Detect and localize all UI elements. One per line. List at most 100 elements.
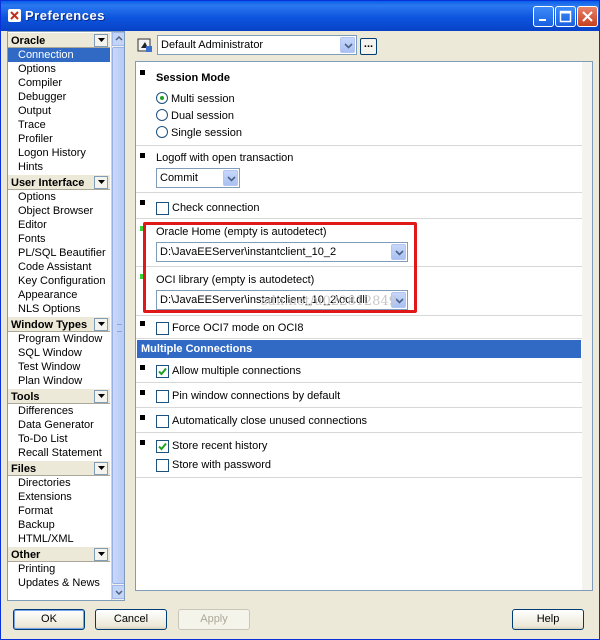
nav-item[interactable]: Updates & News <box>8 576 110 590</box>
nav-item[interactable]: Connection <box>8 48 110 62</box>
nav-item[interactable]: Differences <box>8 404 110 418</box>
scroll-up-button[interactable] <box>112 32 124 46</box>
settings-list: Session Mode Multi session Dual session … <box>135 61 593 591</box>
nav-item[interactable]: SQL Window <box>8 346 110 360</box>
logoff-dropdown-button[interactable] <box>223 170 238 186</box>
nav-list: Oracle Connection Options Compiler Debugger O… <box>8 32 110 590</box>
force-oci7-label: Force OCI7 mode on OCI8 <box>172 322 304 334</box>
collapse-button[interactable] <box>94 462 108 475</box>
title-bar[interactable]: Preferences <box>1 1 599 31</box>
maximize-button[interactable] <box>555 6 576 27</box>
allow-multiple-checkbox[interactable] <box>156 365 169 378</box>
nav-item[interactable]: PL/SQL Beautifier <box>8 246 110 260</box>
scroll-thumb[interactable] <box>112 47 124 584</box>
nav-item[interactable]: Key Configuration <box>8 274 110 288</box>
maximize-icon <box>559 10 572 23</box>
nav-item[interactable]: Test Window <box>8 360 110 374</box>
store-password-checkbox[interactable] <box>156 459 169 472</box>
force-oci7-checkbox[interactable] <box>156 322 169 335</box>
app-icon <box>8 9 21 22</box>
nav-group-title: User Interface <box>11 177 85 189</box>
nav-item[interactable]: Backup <box>8 518 110 532</box>
pin-window-checkbox[interactable] <box>156 390 169 403</box>
nav-group-header[interactable]: Oracle <box>8 32 110 48</box>
logoff-label: Logoff with open transaction <box>156 152 294 164</box>
collapse-button[interactable] <box>94 176 108 189</box>
nav-item[interactable]: Plan Window <box>8 374 110 388</box>
nav-item[interactable]: Hints <box>8 160 110 174</box>
nav-item[interactable]: Profiler <box>8 132 110 146</box>
check-connection-checkbox[interactable] <box>156 202 169 215</box>
nav-item[interactable]: Object Browser <box>8 204 110 218</box>
radio-single-session[interactable] <box>156 126 168 138</box>
nav-group-header[interactable]: Window Types <box>8 316 110 332</box>
default-marker <box>140 390 145 395</box>
window-title: Preferences <box>25 8 105 23</box>
nav-group-header[interactable]: Tools <box>8 388 110 404</box>
default-marker <box>140 321 145 326</box>
preferences-window: Preferences Oracle Connection Options Compi… <box>0 0 600 640</box>
nav-item[interactable]: Output <box>8 104 110 118</box>
collapse-button[interactable] <box>94 34 108 47</box>
scroll-up-icon <box>115 35 123 41</box>
collapse-button[interactable] <box>94 318 108 331</box>
nav-item[interactable]: Debugger <box>8 90 110 104</box>
nav-item[interactable]: Logon History <box>8 146 110 160</box>
check-connection-label: Check connection <box>172 202 260 214</box>
nav-group-header[interactable]: User Interface <box>8 174 110 190</box>
nav-group-header[interactable]: Other <box>8 546 110 562</box>
checkmark-icon <box>158 442 167 451</box>
radio-multi-session[interactable] <box>156 92 168 104</box>
auto-close-row: Automatically close unused connections <box>136 409 582 433</box>
multiple-connections-header: Multiple Connections <box>137 340 581 358</box>
pin-window-label: Pin window connections by default <box>172 390 341 402</box>
chevron-down-icon <box>98 322 105 326</box>
nav-item[interactable]: Options <box>8 190 110 204</box>
close-icon <box>582 11 593 22</box>
nav-group-header[interactable]: Files <box>8 460 110 476</box>
nav-item[interactable]: Extensions <box>8 490 110 504</box>
nav-item[interactable]: Format <box>8 504 110 518</box>
profile-dropdown-button[interactable] <box>340 37 355 53</box>
apply-button[interactable]: Apply <box>178 609 250 630</box>
logoff-select-value: Commit <box>160 172 198 184</box>
close-button[interactable] <box>577 6 598 27</box>
nav-item[interactable]: NLS Options <box>8 302 110 316</box>
nav-scrollbar[interactable] <box>111 32 124 600</box>
auto-close-checkbox[interactable] <box>156 415 169 428</box>
profile-edit-button[interactable]: ... <box>360 38 377 55</box>
profile-select-value: Default Administrator <box>161 39 264 51</box>
collapse-button[interactable] <box>94 548 108 561</box>
nav-item[interactable]: Fonts <box>8 232 110 246</box>
nav-item[interactable]: Appearance <box>8 288 110 302</box>
nav-item[interactable]: Data Generator <box>8 418 110 432</box>
allow-multiple-label: Allow multiple connections <box>172 365 302 377</box>
nav-item[interactable]: Program Window <box>8 332 110 346</box>
store-history-checkbox[interactable] <box>156 440 169 453</box>
minimize-button[interactable] <box>533 6 554 27</box>
help-button[interactable]: Help <box>512 609 584 630</box>
logoff-select[interactable]: Commit <box>156 168 240 188</box>
nav-item[interactable]: Printing <box>8 562 110 576</box>
cancel-button[interactable]: Cancel <box>95 609 167 630</box>
nav-item[interactable]: To-Do List <box>8 432 110 446</box>
nav-item[interactable]: Editor <box>8 218 110 232</box>
nav-item[interactable]: Compiler <box>8 76 110 90</box>
chevron-down-icon <box>344 43 353 49</box>
collapse-button[interactable] <box>94 390 108 403</box>
dual-session-label: Dual session <box>171 110 234 122</box>
nav-item[interactable]: HTML/XML <box>8 532 110 546</box>
auto-close-label: Automatically close unused connections <box>172 415 368 427</box>
default-marker <box>140 200 145 205</box>
radio-dual-session[interactable] <box>156 109 168 121</box>
chevron-down-icon <box>98 38 105 42</box>
nav-item[interactable]: Directories <box>8 476 110 490</box>
nav-item[interactable]: Trace <box>8 118 110 132</box>
nav-item[interactable]: Options <box>8 62 110 76</box>
nav-item[interactable]: Recall Statement <box>8 446 110 460</box>
ok-button[interactable]: OK <box>13 609 85 630</box>
nav-item[interactable]: Code Assistant <box>8 260 110 274</box>
scroll-down-button[interactable] <box>112 585 124 599</box>
session-mode-label: Session Mode <box>156 72 230 84</box>
profile-select[interactable]: Default Administrator <box>157 35 357 55</box>
